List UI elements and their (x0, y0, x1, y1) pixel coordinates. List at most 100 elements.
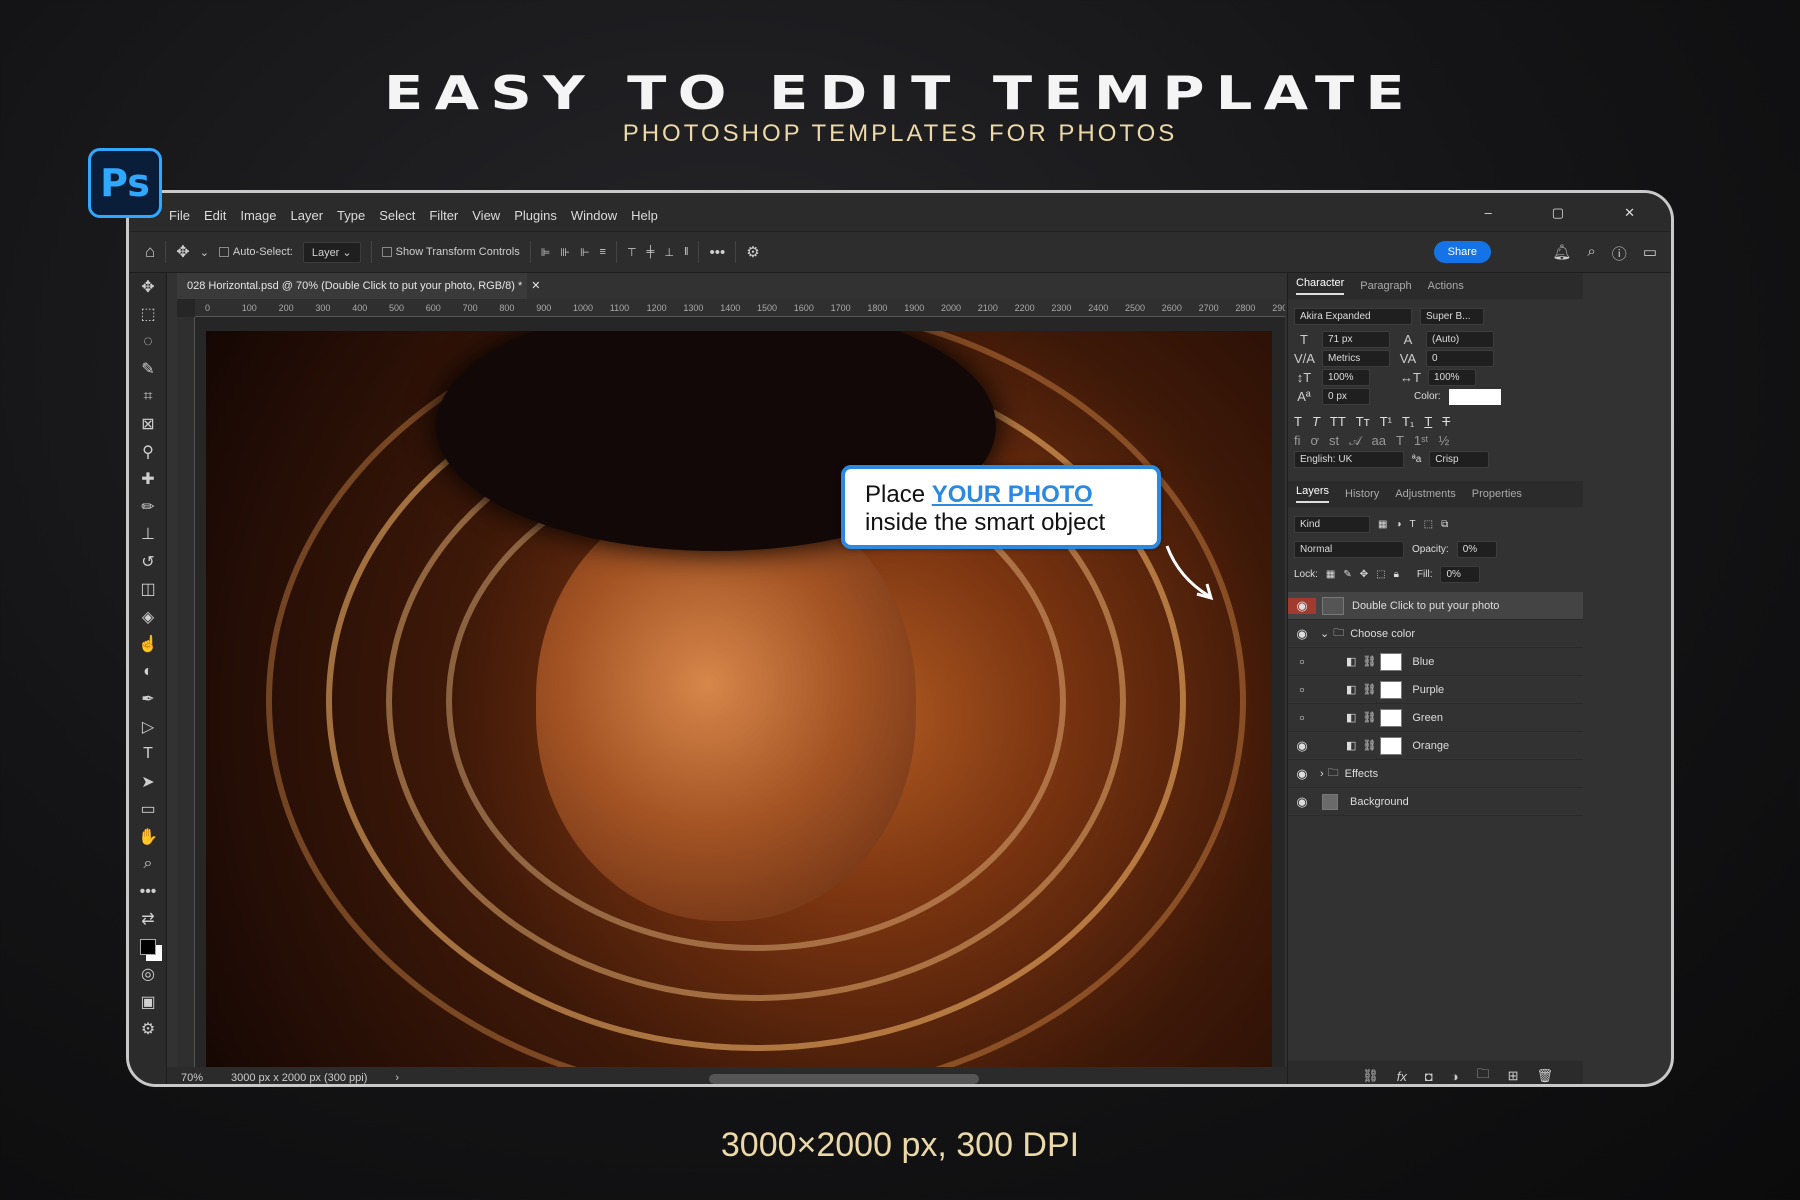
auto-select-target[interactable]: Layer ⌄ (302, 241, 361, 263)
tab-paragraph[interactable]: Paragraph (1360, 280, 1411, 292)
eye-icon[interactable]: ◉ (1288, 794, 1316, 810)
chevron-right-icon[interactable]: › (1320, 768, 1324, 780)
dodge-tool-icon[interactable]: ◐ (129, 658, 167, 686)
blend-mode-select[interactable]: Normal (1294, 541, 1404, 558)
layer-row[interactable]: ▫ ◧ ⛓ Green (1288, 704, 1583, 732)
font-family-select[interactable]: Akira Expanded (1294, 308, 1412, 325)
layer-row[interactable]: ▫ ◧ ⛓ Blue (1288, 648, 1583, 676)
add-mask-icon[interactable]: ◘ (1425, 1069, 1433, 1084)
chevron-down-icon[interactable]: ⌄ (1320, 627, 1329, 640)
more-tools-icon[interactable]: ••• (129, 878, 167, 906)
underline-icon[interactable]: T (1424, 414, 1432, 429)
small-caps-icon[interactable]: Tт (1356, 414, 1370, 429)
workspace-icon[interactable]: ▭ (1643, 243, 1657, 264)
path-select-icon[interactable]: ▷ (129, 713, 167, 741)
layer-row[interactable]: ▫ ◧ ⛓ Purple (1288, 676, 1583, 704)
eye-icon[interactable]: ◉ (1288, 626, 1316, 642)
smudge-tool-icon[interactable]: ☝ (129, 631, 167, 659)
font-style-select[interactable]: Super B... (1420, 308, 1484, 325)
filter-pixel-icon[interactable]: ▦ (1378, 519, 1387, 530)
eye-hidden-icon[interactable]: ▫ (1288, 710, 1316, 725)
lock-position-icon[interactable]: ✥ (1360, 569, 1368, 580)
new-layer-icon[interactable]: ⊞ (1508, 1068, 1519, 1084)
filter-adjustment-icon[interactable]: ◑ (1395, 519, 1401, 530)
horizontal-scrollbar[interactable] (709, 1074, 979, 1084)
auto-select-checkbox[interactable]: Auto-Select: (218, 246, 293, 258)
ligature-icon[interactable]: fi (1294, 433, 1301, 448)
fraction-icon[interactable]: ½ (1438, 433, 1449, 448)
swap-colors-icon[interactable]: ⇄ (129, 906, 167, 934)
share-button[interactable]: Share (1433, 241, 1491, 263)
lasso-tool-icon[interactable]: ◌ (129, 328, 167, 356)
eye-hidden-icon[interactable]: ▫ (1288, 654, 1316, 669)
language-select[interactable]: English: UK (1294, 451, 1404, 468)
all-caps-icon[interactable]: TT (1330, 414, 1346, 429)
filter-shape-icon[interactable]: ⬚ (1424, 519, 1433, 530)
pen-tool-icon[interactable]: ✒ (129, 686, 167, 714)
superscript-icon[interactable]: T¹ (1380, 414, 1392, 429)
tab-adjustments[interactable]: Adjustments (1395, 488, 1456, 500)
baseline-shift-field[interactable]: 0 px (1322, 388, 1370, 405)
bell-icon[interactable]: 🔔︎ (1552, 243, 1571, 264)
minimize-icon[interactable]: – (1485, 199, 1492, 221)
chevron-right-icon[interactable]: › (395, 1072, 399, 1084)
fill-field[interactable]: 0% (1440, 566, 1481, 583)
subscript-icon[interactable]: T₁ (1402, 414, 1414, 429)
hand-tool-icon[interactable]: ✋ (129, 823, 167, 851)
menu-plugins[interactable]: Plugins (514, 202, 557, 223)
eraser-icon[interactable]: ◫ (129, 576, 167, 604)
menu-file[interactable]: File (169, 202, 190, 223)
vertical-scale-field[interactable]: 100% (1322, 369, 1370, 386)
tab-character[interactable]: Character (1296, 277, 1345, 295)
tab-actions[interactable]: Actions (1428, 280, 1464, 292)
zoom-tool-icon[interactable]: ⌕ (129, 851, 167, 879)
trash-icon[interactable]: 🗑︎ (1536, 1068, 1553, 1084)
filter-smart-icon[interactable]: ⧉ (1441, 519, 1448, 530)
distribute-vertical-icon[interactable]: ‖ (684, 246, 689, 258)
more-options-icon[interactable]: ••• (709, 244, 725, 261)
menu-layer[interactable]: Layer (291, 202, 324, 223)
link-layers-icon[interactable]: ⛓ (1362, 1068, 1379, 1084)
zoom-level[interactable]: 70% (181, 1072, 203, 1084)
new-group-icon[interactable]: 🗀 (1477, 1065, 1490, 1084)
screen-mode-icon[interactable]: ▣ (129, 988, 167, 1016)
tab-properties[interactable]: Properties (1472, 488, 1522, 500)
align-bottom-icon[interactable]: ⊥ (664, 246, 674, 259)
align-right-icon[interactable]: ⊩ (580, 246, 590, 259)
tab-layers[interactable]: Layers (1296, 485, 1330, 503)
lock-pixels-icon[interactable]: ✎ (1343, 569, 1351, 580)
brush-tool-icon[interactable]: ✏ (129, 493, 167, 521)
tracking-field[interactable]: 0 (1426, 350, 1494, 367)
direct-select-icon[interactable]: ➤ (129, 768, 167, 796)
rectangle-tool-icon[interactable]: ▭ (129, 796, 167, 824)
edit-toolbar-icon[interactable]: ⚙ (129, 1016, 167, 1044)
align-top-icon[interactable]: ⊤ (627, 246, 637, 259)
quick-select-icon[interactable]: ✎ (129, 356, 167, 384)
menu-image[interactable]: Image (240, 202, 276, 223)
filter-type-icon[interactable]: T (1410, 519, 1416, 530)
close-tab-icon[interactable]: ✕ (531, 280, 540, 292)
fx-icon[interactable]: fx (1397, 1069, 1407, 1084)
ordinal-icon[interactable]: 1ˢᵗ (1414, 433, 1429, 448)
layer-row[interactable]: ◉ ⌄ 🗀 Choose color (1288, 620, 1583, 648)
align-middle-icon[interactable]: ╪ (647, 246, 655, 258)
swash-icon[interactable]: 𝒜 (1349, 433, 1361, 449)
leading-field[interactable]: (Auto) (1426, 331, 1494, 348)
lock-all-icon[interactable]: 🔒︎ (1394, 569, 1399, 580)
crop-tool-icon[interactable]: ⌗ (129, 383, 167, 411)
frame-tool-icon[interactable]: ⊠ (129, 411, 167, 439)
new-adjustment-icon[interactable]: ◑ (1451, 1069, 1459, 1084)
color-swatch[interactable] (1448, 388, 1501, 405)
faux-bold-icon[interactable]: T (1294, 414, 1302, 429)
gear-icon[interactable]: ⚙ (746, 243, 759, 261)
discretionary-icon[interactable]: st (1329, 433, 1339, 448)
menu-view[interactable]: View (472, 202, 500, 223)
marquee-tool-icon[interactable]: ⬚ (129, 301, 167, 329)
eye-icon[interactable]: ◉ (1288, 738, 1316, 754)
layer-row[interactable]: ◉ Double Click to put your photo (1288, 592, 1583, 620)
stamp-tool-icon[interactable]: ⊥ (129, 521, 167, 549)
filter-kind-select[interactable]: Kind (1294, 516, 1370, 533)
quick-mask-icon[interactable]: ◎ (129, 961, 167, 989)
faux-italic-icon[interactable]: T (1312, 414, 1320, 429)
opacity-field[interactable]: 0% (1456, 541, 1497, 558)
